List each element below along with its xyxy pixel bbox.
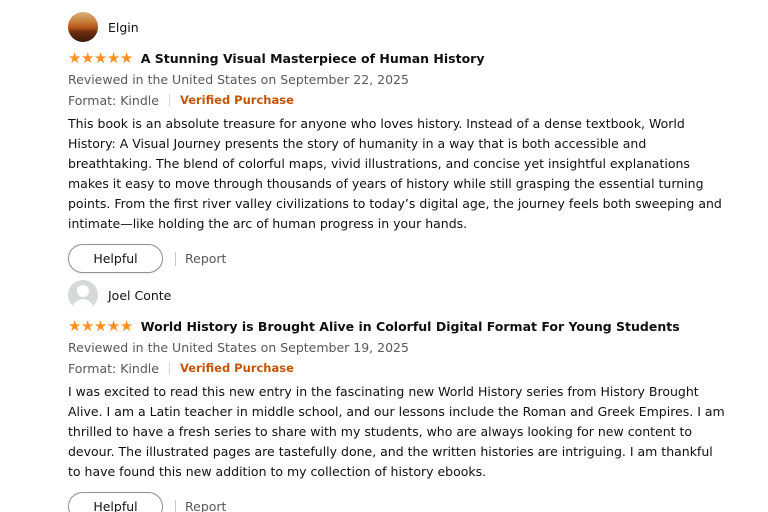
review-body: I was excited to read this new entry in … — [68, 384, 725, 479]
star-icon: ★ — [68, 316, 81, 335]
helpful-button[interactable]: Helpful — [68, 244, 163, 273]
reviewer-profile[interactable]: Joel Conte — [68, 279, 728, 311]
avatar-head — [77, 285, 89, 297]
star-icon: ★ — [93, 48, 107, 67]
review-meta: Format: Kindle Verified Purchase — [68, 359, 728, 377]
review-title[interactable]: A Stunning Visual Masterpiece of Human H… — [141, 51, 485, 66]
review-card: Joel Conte ★ ★ ★ ★ ★ World History is Br… — [68, 279, 728, 512]
default-avatar-icon — [68, 280, 98, 310]
review-title-row: ★ ★ ★ ★ ★ World History is Brought Alive… — [68, 316, 728, 336]
avatar-shoulders — [72, 299, 94, 310]
star-rating[interactable]: ★ ★ ★ ★ ★ — [68, 316, 133, 335]
star-icon: ★ — [106, 48, 120, 67]
review-meta: Format: Kindle Verified Purchase — [68, 91, 728, 109]
format-label[interactable]: Format: Kindle — [68, 93, 159, 108]
report-link[interactable]: Report — [185, 251, 226, 266]
review-actions: Helpful Report — [68, 492, 728, 512]
star-icon: ★ — [119, 316, 133, 335]
divider — [168, 361, 170, 375]
avatar-photo-icon — [68, 12, 98, 42]
reviewer-profile[interactable]: Elgin — [68, 11, 728, 43]
star-icon: ★ — [80, 48, 94, 67]
verified-purchase-badge: Verified Purchase — [179, 361, 294, 375]
divider — [168, 93, 170, 107]
review-body: This book is an absolute treasure for an… — [68, 116, 722, 231]
divider — [175, 499, 176, 512]
review-title-row: ★ ★ ★ ★ ★ A Stunning Visual Masterpiece … — [68, 48, 728, 68]
star-icon: ★ — [106, 316, 120, 335]
star-icon: ★ — [93, 316, 107, 335]
divider — [175, 251, 176, 266]
review-title[interactable]: World History is Brought Alive in Colorf… — [141, 319, 680, 334]
reviews-page: Elgin ★ ★ ★ ★ ★ A Stunning Visual Master… — [0, 0, 768, 512]
star-rating[interactable]: ★ ★ ★ ★ ★ — [68, 48, 133, 67]
reviewer-name: Joel Conte — [108, 287, 172, 303]
helpful-button[interactable]: Helpful — [68, 492, 163, 512]
verified-purchase-badge: Verified Purchase — [179, 93, 294, 107]
review-card: Elgin ★ ★ ★ ★ ★ A Stunning Visual Master… — [68, 11, 728, 273]
star-icon: ★ — [68, 48, 81, 67]
format-label[interactable]: Format: Kindle — [68, 361, 159, 376]
star-icon: ★ — [80, 316, 94, 335]
star-icon: ★ — [119, 48, 133, 67]
review-actions: Helpful Report — [68, 244, 728, 273]
review-date: Reviewed in the United States on Septemb… — [68, 72, 409, 87]
report-link[interactable]: Report — [185, 499, 226, 512]
review-date: Reviewed in the United States on Septemb… — [68, 340, 409, 355]
reviewer-name: Elgin — [108, 19, 139, 35]
